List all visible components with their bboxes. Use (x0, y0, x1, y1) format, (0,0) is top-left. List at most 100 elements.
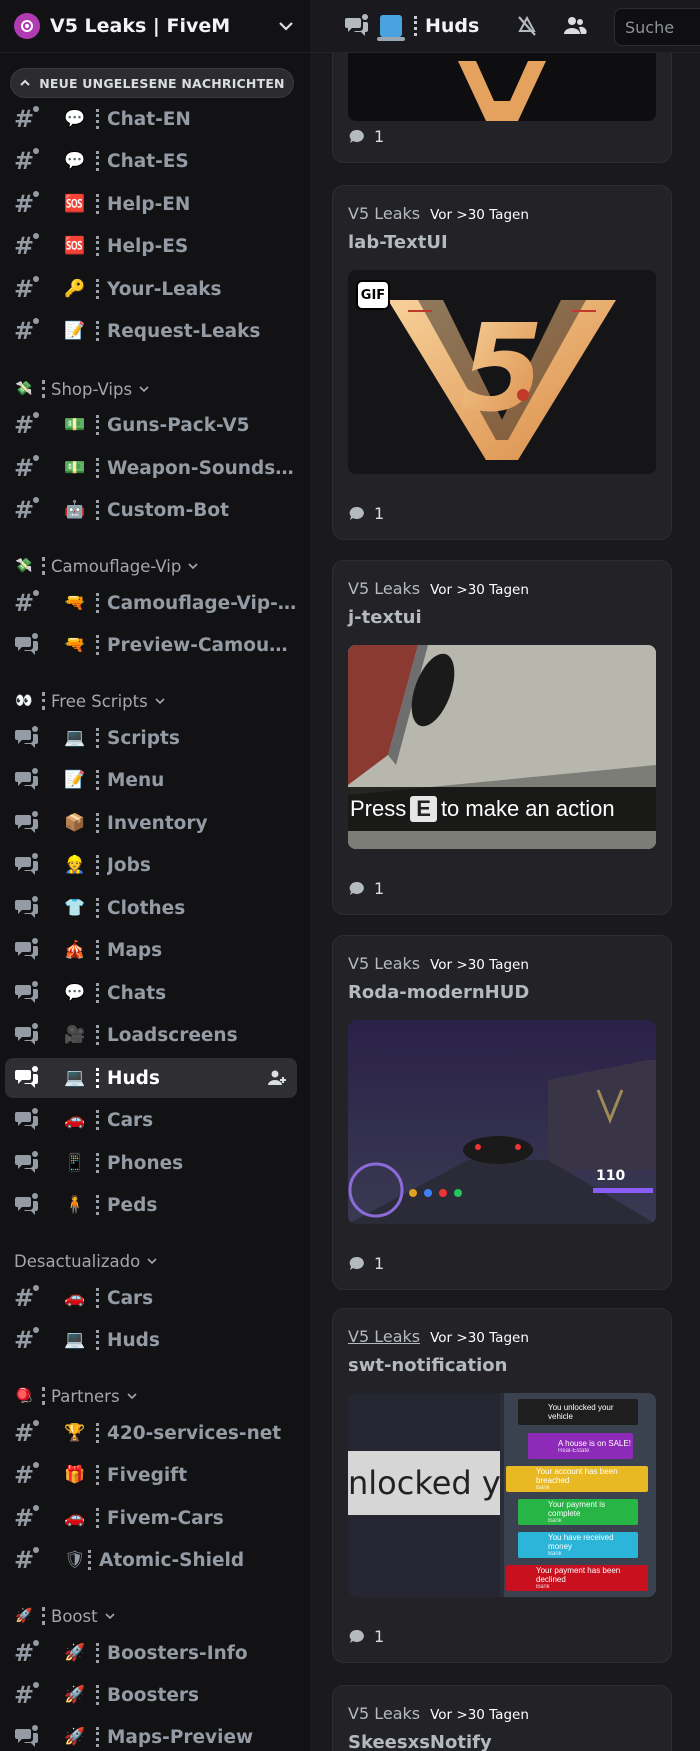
channel-loadscreens[interactable]: 🎥 Loadscreens (0, 1015, 310, 1055)
channel-peds[interactable]: 🧍 Peds (0, 1185, 310, 1225)
category-desactualizado[interactable]: Desactualizado (0, 1247, 310, 1275)
speech-bubble-icon (349, 1629, 364, 1643)
laptop-icon: 💻 (64, 728, 86, 748)
forum-post-card[interactable]: V5 Leaks Vor >30 Tagen swt-notification … (332, 1308, 672, 1663)
channel-atomic-shield[interactable]: # 🛡 Atomic-Shield (0, 1540, 310, 1580)
post-meta: V5 Leaks Vor >30 Tagen (348, 579, 529, 598)
channel-maps-preview[interactable]: 🚀 Maps-Preview (0, 1717, 310, 1751)
channel-label: Custom-Bot (107, 499, 229, 521)
channel-boosters-info[interactable]: # 🚀 Boosters-Info (0, 1633, 310, 1673)
post-title: swt-notification (348, 1355, 508, 1376)
post-title: Roda-modernHUD (348, 982, 530, 1003)
channel-sidebar: V5 Leaks | FiveM NEUE UNGELESENE NACHRIC… (0, 0, 310, 1751)
new-unread-messages-button[interactable]: NEUE UNGELESENE NACHRICHTEN (10, 68, 294, 98)
chevron-down-icon[interactable] (276, 16, 296, 36)
channel-chat-es[interactable]: # 💬 Chat-ES (0, 141, 310, 181)
rocket-icon: 🚀 (64, 1685, 86, 1705)
channel-label: Boosters-Info (107, 1642, 248, 1664)
post-author[interactable]: V5 Leaks (348, 1327, 420, 1346)
rocket-icon: 🚀 (15, 1608, 33, 1624)
channel-camouflage-vip-i[interactable]: # 🔫 Camouflage-Vip-I... (0, 583, 310, 623)
server-header[interactable]: V5 Leaks | FiveM (0, 0, 310, 53)
channel-cars[interactable]: 🚗 Cars (0, 1100, 310, 1140)
notification-item: You have received money Bank (518, 1532, 638, 1558)
channel-label: Menu (107, 769, 165, 791)
forum-post-card[interactable]: V5 Leaks Vor >30 Tagen SkeesxsNotify (332, 1685, 672, 1751)
channel-huds-selected[interactable]: 💻 Huds (5, 1058, 297, 1098)
category-free-scripts[interactable]: 👀 Free Scripts (0, 687, 310, 715)
add-member-icon[interactable] (267, 1068, 287, 1088)
channel-help-es[interactable]: # 🆘 Help-ES (0, 226, 310, 266)
channel-guns-pack-v5[interactable]: # 💵 Guns-Pack-V5 (0, 405, 310, 445)
forum-icon (15, 981, 38, 1003)
money-wings-icon: 💸 (15, 558, 33, 574)
channel-boosters[interactable]: # 🚀 Boosters (0, 1675, 310, 1715)
reply-count: 1 (348, 879, 384, 898)
search-input[interactable]: Suche (614, 8, 700, 46)
channel-menu[interactable]: 📝 Menu (0, 760, 310, 800)
category-shop-vips[interactable]: 💸 Shop-Vips (0, 375, 310, 403)
post-author[interactable]: V5 Leaks (348, 954, 420, 973)
category-label: Partners (51, 1386, 120, 1406)
category-boost[interactable]: 🚀 Boost (0, 1602, 310, 1630)
construction-worker-icon: 👷 (64, 855, 86, 875)
post-meta: V5 Leaks Vor >30 Tagen (348, 1704, 529, 1723)
channel-fivegift[interactable]: # 🎁 Fivegift (0, 1455, 310, 1495)
chevron-down-icon (105, 1613, 115, 1620)
forum-icon (15, 811, 38, 833)
post-author[interactable]: V5 Leaks (348, 1704, 420, 1723)
channel-420-services-net[interactable]: # 🏆 420-services-net (0, 1413, 310, 1453)
text-channel-icon: # (14, 590, 40, 615)
forum-icon (15, 938, 38, 960)
mute-notifications-icon[interactable] (514, 13, 540, 39)
channel-phones[interactable]: 📱 Phones (0, 1143, 310, 1183)
text-channel-icon: # (14, 1682, 40, 1707)
post-title: j-textui (348, 607, 422, 628)
channel-label: Loadscreens (107, 1024, 238, 1046)
channel-clothes[interactable]: 👕 Clothes (0, 888, 310, 928)
channel-custom-bot[interactable]: # 🤖 Custom-Bot (0, 490, 310, 530)
channel-chat-en[interactable]: # 💬 Chat-EN (0, 99, 310, 139)
speech-bubble-icon: 💬 (64, 983, 86, 1003)
reply-count-label: 1 (374, 1254, 385, 1273)
forum-icon (15, 1193, 38, 1215)
speech-bubble-icon (349, 506, 364, 520)
channel-preview-camoufl[interactable]: 🔫 Preview-Camoufl... (0, 625, 310, 665)
channel-cars-old[interactable]: # 🚗 Cars (0, 1278, 310, 1318)
notification-item: A house is on SALE! Real-Estate (528, 1433, 633, 1459)
forum-post-card[interactable]: V5 Leaks Vor >30 Tagen Roda-modernHUD 11… (332, 935, 672, 1290)
channel-maps[interactable]: 🎪 Maps (0, 930, 310, 970)
channel-inventory[interactable]: 📦 Inventory (0, 803, 310, 843)
category-camouflage-vip[interactable]: 💸 Camouflage-Vip (0, 552, 310, 580)
forum-post-card[interactable]: V5 Leaks Vor >30 Tagen j-textui Press E … (332, 560, 672, 915)
text-channel-icon: # (14, 233, 40, 258)
member-list-icon[interactable] (562, 13, 588, 39)
shield-icon: 🛡 (64, 1550, 86, 1570)
channel-your-leaks[interactable]: # 🔑 Your-Leaks (0, 269, 310, 309)
discord-app: V5 Leaks | FiveM NEUE UNGELESENE NACHRIC… (0, 0, 700, 1751)
chevron-down-icon (147, 1258, 157, 1265)
category-partners[interactable]: 🪀 Partners (0, 1382, 310, 1410)
forum-icon (15, 1108, 38, 1130)
channel-chats[interactable]: 💬 Chats (0, 973, 310, 1013)
post-author[interactable]: V5 Leaks (348, 579, 420, 598)
package-icon: 📦 (64, 813, 86, 833)
channel-scripts[interactable]: 💻 Scripts (0, 718, 310, 758)
prompt-prefix: Press (350, 796, 407, 821)
channel-weapon-sounds[interactable]: # 💵 Weapon-Sounds-... (0, 448, 310, 488)
channel-jobs[interactable]: 👷 Jobs (0, 845, 310, 885)
channel-fivem-cars[interactable]: # 🚗 Fivem-Cars (0, 1498, 310, 1538)
server-icon (14, 13, 40, 39)
forum-icon (345, 14, 368, 36)
post-timestamp: Vor >30 Tagen (430, 582, 529, 598)
laptop-icon (377, 15, 405, 41)
forum-main: Huds Suche 1 V5 Leaks Vor >30 Tagen lab-… (310, 0, 700, 1751)
channel-help-en[interactable]: # 🆘 Help-EN (0, 184, 310, 224)
forum-post-card[interactable]: V5 Leaks Vor >30 Tagen lab-TextUI 5 GIF … (332, 185, 672, 540)
channel-huds-old[interactable]: # 💻 Huds (0, 1320, 310, 1360)
post-timestamp: Vor >30 Tagen (430, 1707, 529, 1723)
channel-request-leaks[interactable]: # 📝 Request-Leaks (0, 311, 310, 351)
post-author[interactable]: V5 Leaks (348, 204, 420, 223)
channel-label: Fivegift (107, 1464, 188, 1486)
category-label: Free Scripts (51, 691, 148, 711)
